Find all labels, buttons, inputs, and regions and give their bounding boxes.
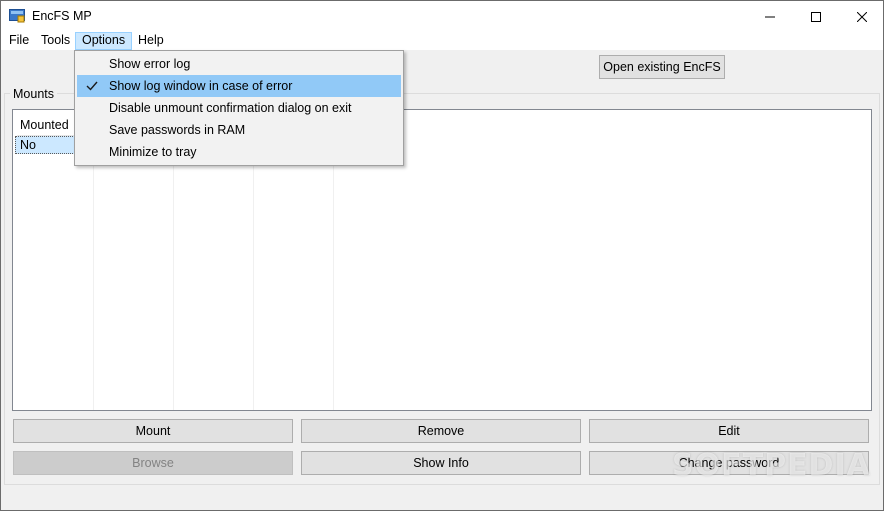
- app-icon: [9, 9, 25, 23]
- close-button[interactable]: [839, 1, 884, 32]
- open-existing-encfs-button[interactable]: Open existing EncFS: [599, 55, 725, 79]
- window-title: EncFS MP: [32, 9, 92, 23]
- maximize-button[interactable]: [793, 1, 839, 32]
- menu-help[interactable]: Help: [132, 32, 170, 50]
- menu-item-minimize-to-tray[interactable]: Minimize to tray: [77, 141, 401, 163]
- browse-button[interactable]: Browse: [13, 451, 293, 475]
- edit-button[interactable]: Edit: [589, 419, 869, 443]
- menu-bar: File Tools Options Help: [0, 31, 884, 50]
- menu-item-show-log-window[interactable]: Show log window in case of error: [77, 75, 401, 97]
- menu-item-disable-unmount-confirmation[interactable]: Disable unmount confirmation dialog on e…: [77, 97, 401, 119]
- menu-item-label: Show log window in case of error: [109, 79, 293, 93]
- title-bar: EncFS MP: [0, 0, 884, 31]
- table-row[interactable]: No: [15, 136, 75, 154]
- minimize-icon: [765, 16, 775, 17]
- menu-item-label: Show error log: [109, 57, 191, 71]
- menu-item-show-error-log[interactable]: Show error log: [77, 53, 401, 75]
- checkmark-icon: [85, 78, 99, 92]
- mounts-group-label: Mounts: [10, 87, 57, 101]
- menu-item-label: Minimize to tray: [109, 145, 197, 159]
- mount-button[interactable]: Mount: [13, 419, 293, 443]
- menu-item-save-passwords-in-ram[interactable]: Save passwords in RAM: [77, 119, 401, 141]
- remove-button[interactable]: Remove: [301, 419, 581, 443]
- show-info-button[interactable]: Show Info: [301, 451, 581, 475]
- softpedia-watermark: SOFTPEDIA: [672, 448, 871, 483]
- menu-tools[interactable]: Tools: [35, 32, 76, 50]
- minimize-button[interactable]: [747, 1, 793, 32]
- options-dropdown-menu: Show error log Show log window in case o…: [74, 50, 404, 166]
- close-icon: [857, 11, 867, 22]
- menu-item-label: Disable unmount confirmation dialog on e…: [109, 101, 352, 115]
- menu-options[interactable]: Options: [75, 32, 133, 50]
- maximize-icon: [811, 11, 821, 22]
- menu-file[interactable]: File: [3, 32, 35, 50]
- menu-item-label: Save passwords in RAM: [109, 123, 246, 137]
